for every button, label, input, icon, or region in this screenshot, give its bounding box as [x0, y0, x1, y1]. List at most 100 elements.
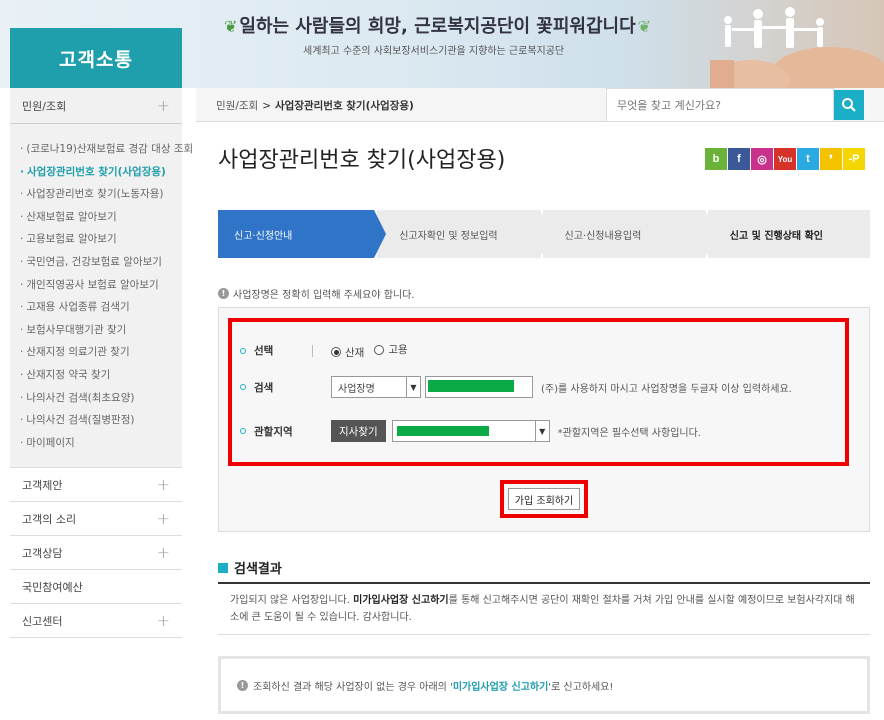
sidebar-menu-item[interactable]: 국민참여예산 [10, 570, 182, 604]
sidebar-menu-label: 고객상담 [22, 546, 63, 560]
sidebar-subitem[interactable]: 나의사건 검색(최초요양) [20, 387, 182, 410]
slogan: ❦ 일하는 사람들의 희망, 근로복지공단이 꽃피워갑니다 ❦ [222, 12, 653, 38]
sidebar-subitem[interactable]: 보험사무대행기관 찾기 [20, 319, 182, 342]
square-bullet-icon [218, 562, 228, 573]
result-title: 검색결과 [234, 562, 282, 577]
info-text: 사업장명은 정확히 입력해 주세요야 합니다. [233, 290, 415, 301]
sidebar-subitem[interactable]: 고용보험료 알아보기 [20, 228, 182, 251]
sidebar-subitem[interactable]: 산재지정 의료기관 찾기 [20, 341, 182, 364]
search-row: 검색 사업장명 ▼ (주)를 사용하지 마시고 사업장명을 두글자 이상 입력하… [240, 376, 792, 398]
top-banner: 고객소통 ❦ 일하는 사람들의 희망, 근로복지공단이 꽃피워갑니다 ❦ 세계최고 … [0, 0, 884, 88]
sidebar-subitem[interactable]: 산재보험료 알아보기 [20, 206, 182, 229]
breadcrumb: 민원/조회 > 사업장관리번호 찾기(사업장용) [216, 98, 414, 113]
info-icon: ! [237, 679, 248, 691]
top-bar: 민원/조회 > 사업장관리번호 찾기(사업장용) [196, 88, 884, 122]
sidebar-submenu: (코로나19)산재보험료 경감 대상 조회사업장관리번호 찾기(사업장용)사업장… [10, 124, 193, 468]
radio-label: 고용 [388, 344, 408, 356]
sidebar-subitem[interactable]: 마이페이지 [20, 432, 182, 455]
divider [218, 634, 870, 635]
breadcrumb-parent[interactable]: 민원/조회 [216, 100, 258, 112]
search-hint: (주)를 사용하지 마시고 사업장명을 두글자 이상 입력하세요. [541, 383, 792, 395]
section-title[interactable]: 고객소통 [10, 28, 182, 88]
sidebar-menu-item[interactable]: 고객의 소리 + [10, 502, 182, 536]
radio-option[interactable]: 고용 [374, 342, 408, 357]
sidebar-subitem[interactable]: 개인직영공사 보험료 알아보기 [20, 274, 182, 297]
radio-button[interactable] [374, 344, 385, 355]
instagram-icon[interactable]: ◎ [751, 148, 773, 170]
search-input[interactable] [606, 88, 834, 122]
chevron-down-icon: ▼ [406, 377, 420, 397]
sidebar-head-label: 민원/조회 [22, 99, 67, 113]
radio-button[interactable] [331, 347, 341, 357]
sidebar-menu-item[interactable]: 고객상담 + [10, 536, 182, 570]
notice-text-before: 조회하신 결과 해당 사업장이 없는 경우 아래의 ' [253, 681, 453, 693]
notice-box: ! 조회하신 결과 해당 사업장이 없는 경우 아래의 '미가입사업장 신고하기… [218, 656, 870, 714]
sidebar-subitem[interactable]: 사업장관리번호 찾기(노동자용) [20, 183, 182, 206]
radio-label: 산재 [345, 346, 365, 359]
sidebar-menu: 고객제안 + 고객의 소리 + 고객상담 + 국민참여예산신고센터 + [10, 468, 182, 638]
chevron-down-icon: ▼ [534, 421, 549, 441]
radio-option[interactable]: 산재 [331, 345, 364, 360]
youtube-icon[interactable]: You [774, 148, 796, 170]
plus-icon[interactable]: + [157, 96, 170, 115]
sidebar-menu-item[interactable]: 고객제안 + [10, 468, 182, 502]
redaction-bar [396, 426, 489, 436]
divider [312, 344, 313, 357]
blog-icon[interactable]: b [705, 148, 727, 170]
facebook-icon[interactable]: f [728, 148, 750, 170]
search-type-value: 사업장명 [338, 383, 375, 395]
sidebar-menu-item[interactable]: 신고센터 + [10, 604, 182, 638]
select-label: 선택 [240, 343, 312, 358]
search-button[interactable] [834, 90, 864, 120]
sidebar-menu-label: 고객의 소리 [22, 512, 77, 526]
sidebar-menu-label: 신고센터 [22, 614, 63, 628]
business-name-input[interactable] [425, 376, 533, 398]
leaf-icon: ❦ [224, 17, 238, 36]
step-1: 신고·신청안내 [218, 210, 387, 258]
progress-steps: 신고·신청안내 신고자확인 및 정보입력 신고·신청내용입력 신고 및 진행상태 확인 [218, 210, 870, 258]
notice-report-link[interactable]: 미가입사업장 신고하기 [453, 682, 548, 693]
sidebar-menu-label: 고객제안 [22, 478, 63, 492]
breadcrumb-separator: > [262, 100, 271, 112]
region-select[interactable]: ▼ [391, 420, 550, 442]
left-sidebar: 민원/조회 + (코로나19)산재보험료 경감 대상 조회사업장관리번호 찾기(… [10, 88, 193, 720]
step-2: 신고자확인 및 정보입력 [377, 210, 552, 258]
step-4: 신고 및 진행상태 확인 [707, 210, 870, 258]
unregistered-report-link[interactable]: 미가입사업장 신고하기 [353, 595, 448, 606]
plus-icon[interactable]: + [157, 543, 170, 562]
result-text-before: 가입되지 않은 사업장입니다. [230, 595, 354, 606]
search-icon [842, 98, 856, 112]
hands-family-image [710, 7, 884, 88]
sidebar-menu-label: 국민참여예산 [22, 580, 83, 594]
sidebar-subitem[interactable]: 고재용 사업종류 검색기 [20, 296, 182, 319]
sidebar-subitem[interactable]: 사업장관리번호 찾기(사업장용) [20, 161, 182, 184]
kakaotalk-icon[interactable]: -P [843, 148, 865, 170]
breadcrumb-current: 사업장관리번호 찾기(사업장용) [275, 100, 414, 112]
info-line: ! 사업장명은 정확히 입력해 주세요야 합니다. [218, 286, 415, 301]
sidebar-head[interactable]: 민원/조회 + [10, 88, 182, 124]
leaf-icon: ❦ [637, 17, 652, 36]
region-row: 관할지역 지사찾기 ▼ *관할지역은 필수선택 사항입니다. [240, 420, 701, 442]
redaction-bar [428, 380, 514, 392]
result-heading: 검색결과 [218, 558, 282, 577]
result-message: 가입되지 않은 사업장입니다. 미가입사업장 신고하기를 통해 신고해주시면 공… [230, 592, 860, 626]
search-type-select[interactable]: 사업장명 ▼ [331, 376, 421, 398]
notice-text-after: '로 신고하세요! [548, 681, 614, 693]
select-row: 선택 산재 고용 [240, 342, 418, 360]
plus-icon[interactable]: + [157, 611, 170, 630]
kakaostory-icon[interactable]: ❜ [820, 148, 842, 170]
subslogan: 세계최고 수준의 사회보장서비스기관을 지향하는 근로복지공단 [303, 46, 565, 57]
sidebar-subitem[interactable]: 나의사건 검색(질병판정) [20, 409, 182, 432]
plus-icon[interactable]: + [157, 509, 170, 528]
plus-icon[interactable]: + [157, 475, 170, 494]
radio-group: 산재 고용 [331, 342, 418, 360]
submit-button[interactable]: 가입 조회하기 [508, 488, 580, 510]
sidebar-subitem[interactable]: 산재지정 약국 찾기 [20, 364, 182, 387]
twitter-icon[interactable]: t [797, 148, 819, 170]
find-branch-button[interactable]: 지사찾기 [331, 420, 386, 442]
search-label: 검색 [240, 380, 312, 395]
sidebar-subitem[interactable]: (코로나19)산재보험료 경감 대상 조회 [20, 138, 193, 161]
sns-links: b f ◎ You t ❜ -P [705, 148, 865, 170]
sidebar-subitem[interactable]: 국민연금, 건강보험료 알아보기 [20, 251, 182, 274]
step-3: 신고·신청내용입력 [542, 210, 718, 258]
